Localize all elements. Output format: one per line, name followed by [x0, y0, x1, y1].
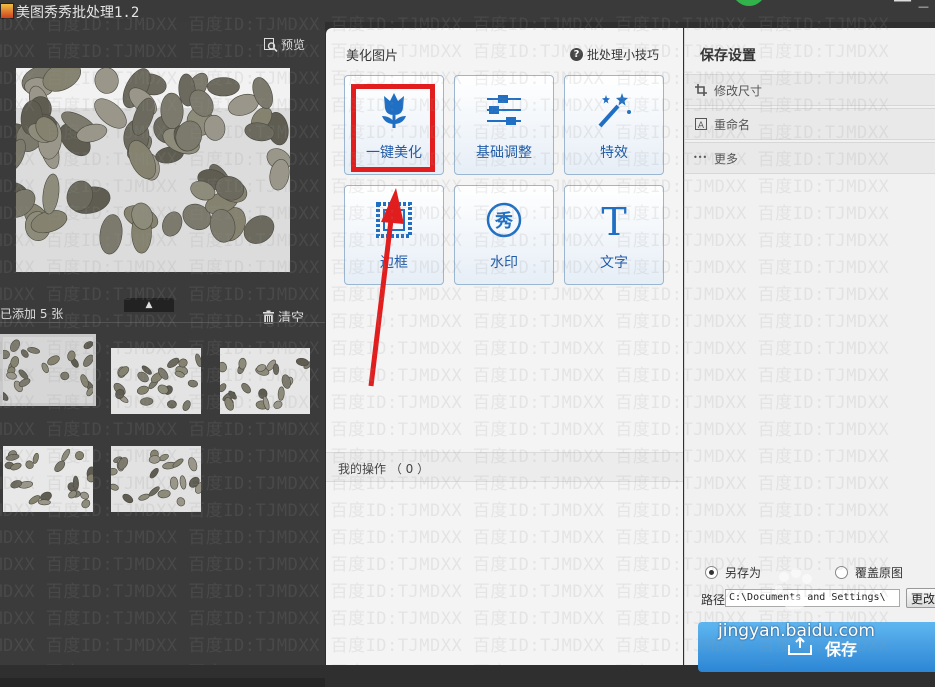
tool-label: 边框: [380, 255, 408, 271]
more-label: 更多: [714, 152, 739, 166]
rename-label: 重命名: [714, 118, 751, 132]
tool-watermark[interactable]: 秀 水印: [454, 185, 554, 285]
preview-image: [16, 68, 290, 272]
stone-texture: [206, 77, 240, 97]
thumbnail-2[interactable]: [111, 348, 201, 414]
tips-label: 批处理小技巧: [586, 48, 659, 62]
frame-icon: [376, 202, 412, 238]
clear-button[interactable]: 清空: [262, 307, 304, 326]
overwrite-radio[interactable]: [835, 566, 848, 579]
tool-label: 水印: [490, 255, 518, 271]
tool-effects[interactable]: 特效: [564, 75, 664, 175]
panel-title: 美化图片: [346, 49, 399, 64]
thumbnail-4[interactable]: [3, 446, 93, 512]
my-operations-bar[interactable]: 我的操作 （ 0 ）: [326, 452, 683, 482]
status-badge[interactable]: [732, 0, 766, 6]
added-count-label: 已添加 5 张: [0, 307, 64, 321]
clear-label: 清空: [278, 311, 305, 326]
preview-label: 预览: [281, 38, 306, 52]
rename-row[interactable]: A 重命名: [685, 108, 935, 140]
rename-glyph: A: [698, 121, 705, 130]
resize-label: 修改尺寸: [714, 84, 763, 98]
tool-label: 文字: [600, 255, 628, 271]
help-icon: ?: [569, 48, 583, 61]
window-controls[interactable]: ▔▔ —: [894, 0, 929, 13]
more-dots-icon: •••: [693, 153, 708, 162]
sliders-icon: [487, 95, 521, 125]
site-watermark: jingyan.baidu.com: [718, 621, 875, 641]
save-as-radio[interactable]: [705, 566, 718, 579]
app-icon: [0, 3, 14, 19]
divider: [0, 322, 325, 323]
rename-a-icon: A: [695, 118, 707, 130]
menu-icon[interactable]: ▔▔: [894, 0, 911, 13]
tool-frame[interactable]: 边框: [344, 185, 444, 285]
thumbnail-3[interactable]: [220, 348, 310, 414]
stone-texture: [167, 400, 177, 409]
save-settings-title: 保存设置: [700, 48, 756, 64]
more-row[interactable]: ••• 更多: [685, 142, 935, 174]
tool-basic-adjust[interactable]: 基础调整: [454, 75, 554, 175]
change-path-button[interactable]: 更改: [906, 588, 935, 608]
my-operations-label: 我的操作 （ 0 ）: [338, 462, 430, 476]
stone-texture: [38, 499, 51, 506]
left-panel: 预览 ▲ 已添加 5 张 清空: [0, 22, 325, 687]
text-t-icon: T: [601, 200, 626, 240]
stone-texture: [72, 475, 79, 491]
watermark-xiu-icon: 秀: [486, 202, 522, 238]
resize-row[interactable]: 修改尺寸: [685, 74, 935, 106]
preview-button[interactable]: 预览: [264, 36, 305, 53]
magic-wand-icon: [598, 93, 631, 128]
thumbnail-5[interactable]: [111, 446, 201, 512]
tool-label: 基础调整: [476, 145, 532, 161]
minimize-icon[interactable]: —: [918, 0, 929, 13]
tool-label: 特效: [600, 145, 628, 161]
path-label: 路径: [701, 593, 726, 607]
baidu-paw-logo: [775, 568, 812, 610]
tool-text[interactable]: T 文字: [564, 185, 664, 285]
title-bar: 美图秀秀批处理1.2 ▔▔ —: [0, 0, 935, 22]
preview-magnifier-icon: [264, 37, 278, 52]
window-title: 美图秀秀批处理1.2: [16, 5, 140, 21]
thumbnail-1[interactable]: [0, 334, 96, 406]
stone-texture: [238, 357, 247, 370]
save-as-option[interactable]: 另存为: [705, 564, 761, 581]
overwrite-option[interactable]: 覆盖原图: [835, 564, 903, 581]
stone-texture: [60, 371, 70, 381]
stone-texture: [272, 363, 280, 375]
bottom-status-strip: [0, 678, 325, 687]
collapse-toggle[interactable]: ▲: [124, 298, 174, 312]
overwrite-label: 覆盖原图: [855, 566, 904, 580]
watermark-glyph: 秀: [494, 211, 513, 232]
save-as-label: 另存为: [725, 566, 762, 580]
batch-tips-link[interactable]: ? 批处理小技巧: [569, 46, 659, 63]
text-glyph: T: [601, 200, 626, 240]
highlight-box: [351, 84, 435, 172]
crop-icon: [695, 84, 707, 96]
